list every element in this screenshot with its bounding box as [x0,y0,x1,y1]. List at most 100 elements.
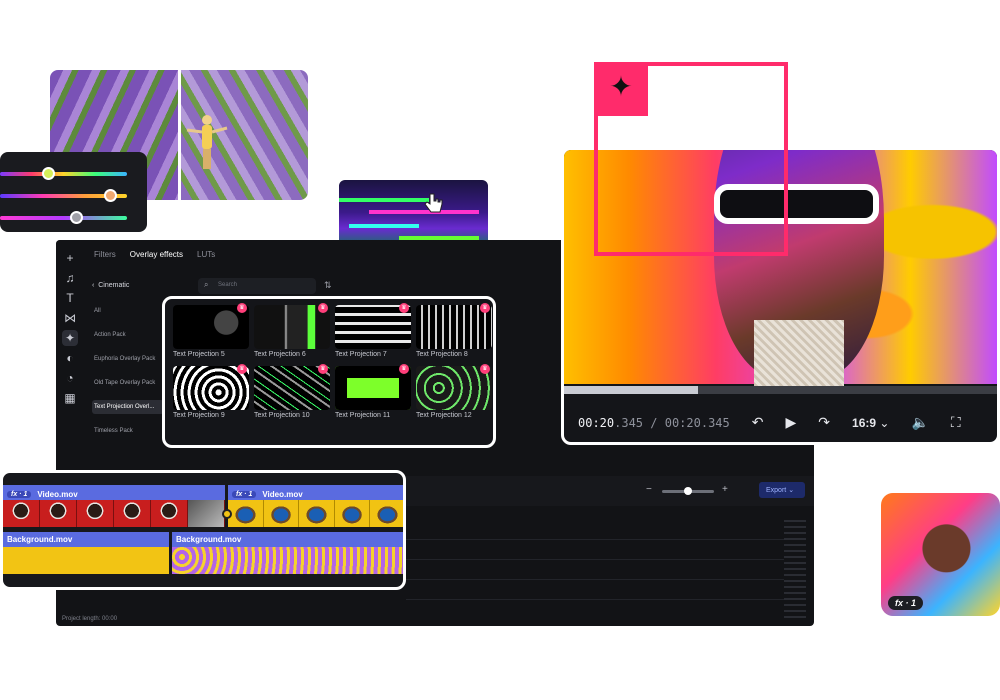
premium-crown-icon: ♛ [318,303,328,313]
zoom-knob[interactable] [684,487,692,495]
export-button[interactable]: Export ⌄ [759,482,805,498]
search-input[interactable]: ⌕ Search [198,278,316,294]
timeline-tracks [406,520,786,610]
overlay-item[interactable]: ♛ Text Projection 7 [335,303,411,358]
overlay-item[interactable]: ♛ Text Projection 5 [173,303,249,358]
slider-knob[interactable] [104,189,117,202]
transition-icon[interactable]: ⋈ [62,310,78,326]
fx-badge: fx · 1 [232,490,257,498]
audio-level-meter [784,520,806,620]
tab-luts[interactable]: LUTs [197,250,215,259]
progress-fill [564,386,699,394]
text-icon[interactable]: T [62,290,78,306]
sparkle-icon: ✦ [609,71,633,102]
chevron-left-icon: ‹ [92,282,95,289]
background-clip[interactable]: Background.mov [172,532,403,574]
transition-marker-icon[interactable] [222,509,232,519]
clip-name: Video.mov [262,489,303,499]
redo-icon[interactable]: ↷ [818,414,830,431]
filter-icon[interactable]: ◐ [62,350,78,366]
zoom-in-icon[interactable]: + [722,484,728,495]
clip-name: Video.mov [37,489,78,499]
overlay-item[interactable]: ♛ Text Projection 12 [416,364,492,419]
chevron-down-icon: ⌄ [879,415,890,430]
hue-slider[interactable] [0,164,137,186]
aspect-ratio-select[interactable]: 16:9 ⌄ [852,416,889,430]
clip-frames [3,547,169,574]
category-item[interactable]: Old Tape Overlay Pack [92,376,164,390]
overlay-label: Text Projection 9 [173,412,225,419]
zoom-out-icon[interactable]: − [646,484,652,495]
tool-rail: + ♫ T ⋈ ✦ ◐ ◔ ▦ [56,240,84,470]
premium-crown-icon: ♛ [399,303,409,313]
total-ms: .345 [700,415,730,430]
layout-icon[interactable]: ▦ [62,390,78,406]
person-figure [186,115,228,169]
overlay-label: Text Projection 12 [416,412,472,419]
video-clip[interactable]: fx · 1 Video.mov [3,485,225,527]
overlay-effects-grid: ♛ Text Projection 5 ♛ Text Projection 6 … [162,296,496,448]
total-time: 00:20 [664,415,701,430]
hand-cursor-icon [424,193,443,213]
overlay-label: Text Projection 8 [416,351,468,358]
timeline-zoom: − + [646,484,736,496]
overlay-label: Text Projection 7 [335,351,387,358]
color-adjust-sliders [0,152,147,232]
undo-icon[interactable]: ↶ [752,414,764,431]
clip-frames [3,500,225,527]
premium-crown-icon: ♛ [480,364,490,374]
sort-icon[interactable]: ⇅ [324,280,332,291]
premium-crown-icon: ♛ [237,303,247,313]
saturation-slider[interactable] [0,186,137,208]
category-item[interactable]: Euphoria Overlay Pack [92,352,164,366]
overlay-item[interactable]: ♛ Text Projection 6 [254,303,330,358]
add-icon[interactable]: + [62,250,78,266]
slider-knob[interactable] [70,211,83,224]
overlay-label: Text Projection 5 [173,351,225,358]
premium-crown-icon: ♛ [480,303,490,313]
overlay-item[interactable]: ♛ Text Projection 10 [254,364,330,419]
time-separator: / [650,415,658,430]
aspect-ratio-value: 16:9 [852,415,877,430]
category-title: Cinematic [98,282,130,289]
timecode: 00:20.345 / 00:20.345 [578,416,730,430]
timeline-clips: fx · 1 Video.mov fx · 1 Video.mov Backgrou… [0,470,406,590]
fullscreen-icon[interactable]: ⛶ [951,414,961,431]
overlay-label: Text Projection 10 [254,412,310,419]
portrait-collar [754,320,844,390]
overlay-label: Text Projection 6 [254,351,306,358]
fx-badge: fx · 1 [7,490,32,498]
overlay-item[interactable]: ♛ Text Projection 11 [335,364,411,419]
category-item-selected[interactable]: Text Projection Overl... [92,400,164,414]
effects-icon[interactable]: ✦ [62,330,78,346]
video-clip[interactable]: fx · 1 Video.mov [228,485,403,527]
category-list: All Action Pack Euphoria Overlay Pack Ol… [92,304,164,448]
chevron-down-icon: ⌄ [788,487,795,494]
overlay-item[interactable]: ♛ Text Projection 8 [416,303,492,358]
current-time: 00:20 [578,415,615,430]
volume-icon[interactable]: 🔈 [911,414,928,431]
clip-frames [172,547,403,574]
category-item[interactable]: All [92,304,164,318]
effects-tabs: Filters Overlay effects LUTs [94,250,215,259]
effect-avatar-card[interactable]: fx · 1 [881,493,1000,616]
category-back-button[interactable]: ‹ Cinematic [92,282,129,289]
category-item[interactable]: Timeless Pack [92,424,164,438]
sticker-icon[interactable]: ◔ [62,370,78,386]
search-placeholder: Search [218,282,238,288]
play-icon[interactable]: ▶ [786,414,797,431]
overlay-label: Text Projection 11 [335,412,391,419]
overlay-item[interactable]: ♛ Text Projection 9 [173,364,249,419]
tab-filters[interactable]: Filters [94,250,116,259]
background-clip[interactable]: Background.mov [3,532,169,574]
tab-overlay-effects[interactable]: Overlay effects [130,250,183,259]
category-item[interactable]: Action Pack [92,328,164,342]
clip-name: Background.mov [172,532,403,547]
brightness-slider[interactable] [0,208,137,230]
playback-progress-bar[interactable] [564,386,997,394]
premium-crown-icon: ♛ [399,364,409,374]
music-icon[interactable]: ♫ [62,270,78,286]
search-icon: ⌕ [204,280,209,289]
premium-crown-icon: ♛ [318,364,328,374]
slider-knob[interactable] [42,167,55,180]
